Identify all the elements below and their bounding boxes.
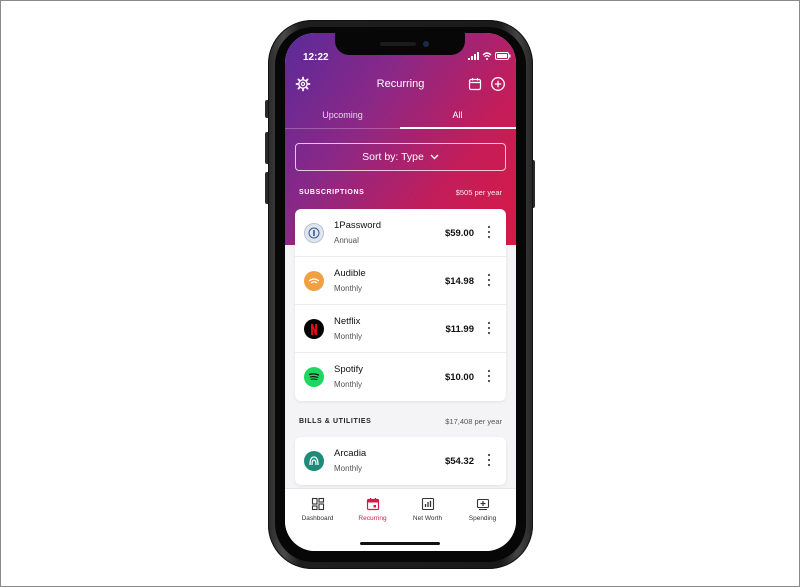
calendar-icon[interactable] (467, 76, 483, 92)
nav-dashboard[interactable]: Dashboard (289, 497, 346, 522)
list-item[interactable]: Netflix Monthly $11.99 (295, 305, 506, 353)
nav-net-worth[interactable]: Net Worth (399, 497, 456, 522)
item-frequency: Monthly (334, 464, 363, 473)
bills-card: Arcadia Monthly $54.32 (295, 437, 506, 485)
signal-icon (468, 52, 479, 60)
item-name: Arcadia (334, 448, 367, 459)
section-total: $17,408 per year (445, 417, 502, 426)
calendar-icon (366, 498, 379, 511)
nav-spending[interactable]: Spending (454, 497, 511, 522)
sort-by-button[interactable]: Sort by: Type (295, 143, 506, 171)
nav-label: Net Worth (412, 515, 443, 522)
audible-logo-icon (304, 271, 324, 291)
home-indicator (360, 542, 440, 545)
more-options-icon[interactable] (486, 225, 492, 239)
netflix-logo-icon (304, 319, 324, 339)
spotify-logo-icon (304, 367, 324, 387)
list-item[interactable]: 1Password Annual $59.00 (295, 209, 506, 257)
tab-upcoming[interactable]: Upcoming (285, 106, 400, 130)
onepassword-logo-icon (304, 223, 324, 243)
front-camera (423, 41, 429, 47)
nav-label: Spending (468, 515, 497, 522)
item-name: Netflix (334, 316, 361, 327)
nav-recurring[interactable]: Recurring (344, 497, 401, 522)
section-label: SUBSCRIPTIONS (299, 189, 365, 196)
dashboard-icon (311, 497, 324, 511)
item-name: Audible (334, 268, 366, 279)
notch (335, 33, 465, 55)
bar-chart-icon (421, 497, 434, 511)
more-options-icon[interactable] (486, 453, 492, 467)
more-options-icon[interactable] (486, 321, 492, 335)
section-header-bills: BILLS & UTILITIES $17,408 per year (299, 417, 502, 426)
item-name: 1Password (334, 220, 381, 231)
speaker (380, 42, 416, 46)
item-amount: $54.32 (444, 456, 474, 467)
subscriptions-card: 1Password Annual $59.00 Audible Monthly … (295, 209, 506, 401)
nav-label: Recurring (358, 515, 387, 522)
section-total: $505 per year (455, 188, 502, 197)
section-label: BILLS & UTILITIES (299, 418, 372, 425)
item-frequency: Monthly (334, 380, 363, 389)
tab-bar: Upcoming All (285, 106, 516, 130)
list-item[interactable]: Audible Monthly $14.98 (295, 257, 506, 305)
list-item[interactable]: Arcadia Monthly $54.32 (295, 437, 506, 485)
item-amount: $14.98 (444, 276, 474, 287)
tab-active-indicator (400, 127, 516, 129)
section-header-subscriptions: SUBSCRIPTIONS $505 per year (299, 188, 502, 197)
add-circle-icon[interactable] (490, 76, 506, 92)
chevron-down-icon (430, 154, 439, 160)
item-amount: $11.99 (445, 324, 474, 335)
sort-by-label: Sort by: Type (362, 151, 424, 163)
wifi-icon (482, 52, 492, 60)
item-amount: $10.00 (444, 372, 474, 383)
list-item[interactable]: Spotify Monthly $10.00 (295, 353, 506, 401)
status-icons (468, 52, 511, 60)
item-name: Spotify (334, 364, 364, 375)
status-time: 12:22 (303, 52, 329, 63)
item-frequency: Monthly (334, 332, 363, 341)
phone-screen: 12:22 Recurring Upcoming All Sort by: Ty… (285, 33, 516, 551)
item-amount: $59.00 (444, 228, 474, 239)
more-options-icon[interactable] (486, 273, 492, 287)
spending-icon (476, 498, 489, 511)
battery-icon (495, 52, 511, 60)
item-frequency: Monthly (334, 284, 363, 293)
more-options-icon[interactable] (486, 369, 492, 383)
item-frequency: Annual (334, 236, 359, 245)
nav-label: Dashboard (301, 515, 334, 522)
arcadia-logo-icon (304, 451, 324, 471)
